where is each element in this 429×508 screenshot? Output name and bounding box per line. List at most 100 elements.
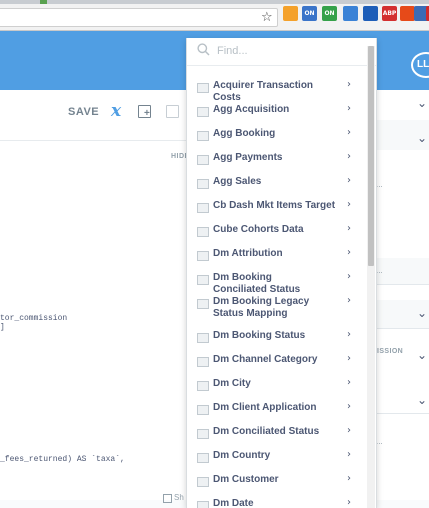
chevron-down-icon[interactable]: ⌄ (417, 131, 427, 145)
list-item[interactable]: Dm Channel Category › (187, 347, 367, 371)
list-item[interactable]: Dm Attribution › (187, 241, 367, 265)
table-name: Dm Channel Category (213, 354, 318, 365)
table-icon (197, 501, 209, 508)
chevron-right-icon: › (347, 223, 351, 234)
search-row (187, 38, 376, 66)
search-icon (197, 43, 210, 56)
list-item[interactable]: Cube Cohorts Data › (187, 217, 367, 241)
scrollbar-thumb[interactable] (368, 46, 374, 266)
chevron-right-icon: › (347, 353, 351, 364)
table-icon (197, 83, 209, 93)
right-panel-dots: ... (376, 437, 383, 446)
list-item[interactable]: Dm Booking Legacy Status Mapping › (187, 289, 367, 323)
table-name: Agg Sales (213, 176, 262, 187)
code-line: _fees_returned) AS `taxa`, (0, 455, 125, 464)
list-item[interactable]: Agg Payments › (187, 145, 367, 169)
table-name: Cube Cohorts Data (213, 224, 304, 235)
extension-icon[interactable]: ABP (382, 6, 397, 21)
table-name: Dm Country (213, 450, 271, 461)
table-icon (197, 203, 209, 213)
table-name: Agg Acquisition (213, 104, 290, 115)
table-icon (197, 429, 209, 439)
chevron-right-icon: › (347, 449, 351, 460)
table-name: Dm Client Application (213, 402, 317, 413)
chevron-right-icon: › (347, 473, 351, 484)
extension-icon[interactable] (343, 6, 358, 21)
list-item[interactable]: Dm Conciliated Status › (187, 419, 367, 443)
table-name: Dm City (213, 378, 251, 389)
table-icon (197, 179, 209, 189)
table-icon (197, 299, 209, 309)
table-icon (197, 405, 209, 415)
table-name: Dm Customer (213, 474, 279, 485)
chevron-right-icon: › (347, 127, 351, 138)
table-name: Dm Booking Status (213, 330, 306, 341)
table-name: Cb Dash Mkt Items Target (213, 200, 336, 211)
list-item[interactable]: Dm Booking Status › (187, 323, 367, 347)
address-bar[interactable]: ☆ (0, 8, 278, 27)
list-item[interactable]: Agg Sales › (187, 169, 367, 193)
list-item[interactable]: Dm Client Application › (187, 395, 367, 419)
extension-icon[interactable] (283, 6, 298, 21)
table-icon (197, 357, 209, 367)
table-name: Dm Attribution (213, 248, 283, 259)
bookmark-star-icon[interactable]: ☆ (261, 10, 273, 26)
chevron-right-icon: › (347, 199, 351, 210)
table-name: Dm Conciliated Status (213, 426, 320, 437)
table-icon (197, 333, 209, 343)
extension-icon[interactable]: ON (302, 6, 317, 21)
extension-icon[interactable]: ON (322, 6, 337, 21)
list-item[interactable]: Dm City › (187, 371, 367, 395)
table-icon (197, 275, 209, 285)
code-line: ] (0, 323, 5, 332)
query-editor[interactable] (0, 90, 186, 500)
chevron-down-icon[interactable]: ⌄ (417, 96, 427, 110)
chevron-right-icon: › (347, 247, 351, 258)
search-input[interactable] (217, 44, 357, 58)
table-name: Agg Payments (213, 152, 283, 163)
list-item[interactable]: Agg Acquisition › (187, 97, 367, 121)
chevron-down-icon[interactable]: ⌄ (417, 348, 427, 362)
table-icon (197, 107, 209, 117)
right-panel-label: ISSION (377, 348, 404, 355)
table-icon (197, 227, 209, 237)
chevron-right-icon: › (347, 271, 351, 282)
chevron-right-icon: › (347, 175, 351, 186)
extension-icon[interactable] (400, 6, 415, 21)
list-item[interactable]: Cb Dash Mkt Items Target › (187, 193, 367, 217)
chevron-right-icon: › (347, 401, 351, 412)
show-checkbox-label: Sh (174, 493, 184, 502)
variable-x-icon[interactable]: x (111, 101, 121, 121)
extension-icon[interactable] (363, 6, 378, 21)
table-icon (197, 453, 209, 463)
table-icon (197, 131, 209, 141)
chevron-right-icon: › (347, 151, 351, 162)
list-item[interactable]: Agg Booking › (187, 121, 367, 145)
table-icon (197, 477, 209, 487)
chevron-right-icon: › (347, 497, 351, 508)
add-to-dashboard-icon[interactable] (138, 105, 151, 119)
list-item[interactable]: Dm Customer › (187, 467, 367, 491)
right-panel-row (374, 200, 429, 259)
chevron-down-icon[interactable]: ⌄ (417, 306, 427, 320)
table-name: Agg Booking (213, 128, 276, 139)
save-button[interactable]: SAVE (68, 106, 99, 118)
chevron-right-icon: › (347, 377, 351, 388)
table-picker-dropdown: Acquirer Transaction Costs›Agg Acquisiti… (186, 38, 377, 508)
code-line: tor_commission (0, 314, 68, 323)
chevron-right-icon: › (347, 425, 351, 436)
table-icon (197, 381, 209, 391)
list-item[interactable]: Dm Country › (187, 443, 367, 467)
table-icon (197, 251, 209, 261)
right-panel-row (374, 150, 429, 201)
chevron-right-icon: › (347, 79, 351, 90)
list-item[interactable]: Acquirer Transaction Costs › (187, 73, 367, 103)
show-checkbox[interactable] (163, 494, 172, 503)
table-name: Dm Booking Legacy Status Mapping (213, 296, 310, 319)
right-panel-dots: ... (376, 180, 383, 189)
right-panel-dots: ... (376, 266, 383, 275)
chevron-right-icon: › (347, 329, 351, 340)
table-icon (197, 155, 209, 165)
chevron-down-icon[interactable]: ⌄ (417, 393, 427, 407)
embed-icon[interactable] (166, 105, 179, 118)
